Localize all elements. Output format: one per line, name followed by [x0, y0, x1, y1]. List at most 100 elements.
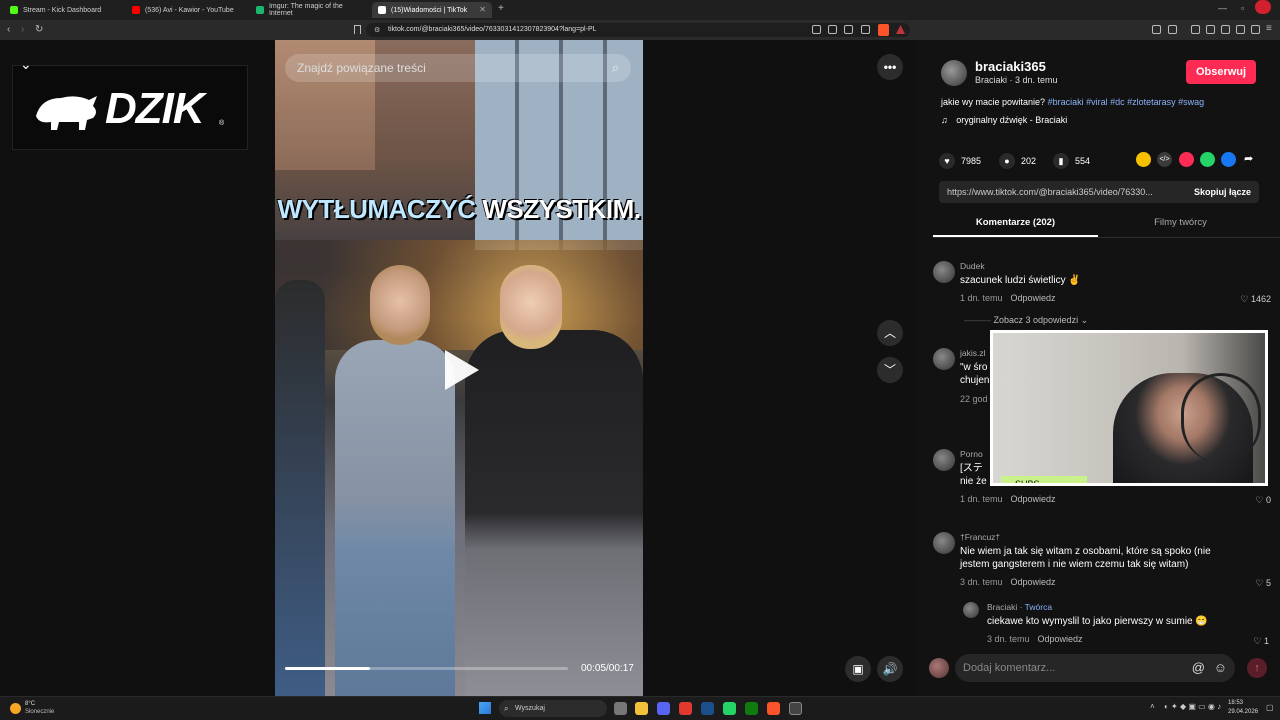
description-hashtags[interactable]: #braciaki #viral #dc #zlotetarasy #swag [1048, 97, 1205, 107]
send-to-friends-icon[interactable] [1179, 152, 1194, 167]
reload-icon[interactable]: ↻ [35, 24, 43, 36]
follow-button[interactable]: Obserwuj [1186, 60, 1256, 84]
more-options-icon[interactable]: ••• [877, 54, 903, 80]
file-explorer-icon[interactable] [635, 702, 648, 715]
author-username[interactable]: braciaki365 [975, 59, 1046, 74]
search-placeholder: Znajdź powiązane treści [297, 61, 426, 75]
comment-icon[interactable]: ● [999, 153, 1015, 169]
new-tab-button[interactable]: + [498, 3, 504, 14]
start-icon[interactable] [479, 702, 491, 714]
related-search-input[interactable]: Znajdź powiązane treści ⌕ [285, 54, 631, 82]
avatar[interactable] [933, 261, 955, 283]
video-player[interactable]: Znajdź powiązane treści ⌕ WYTŁUMACZYĆ WS… [275, 40, 643, 696]
share-link-box[interactable]: https://www.tiktok.com/@braciaki365/vide… [939, 181, 1259, 203]
share-page-icon[interactable] [861, 25, 870, 34]
wallet-icon[interactable] [1221, 25, 1230, 34]
pip-icon[interactable]: ▣ [845, 656, 871, 682]
copy-link-button[interactable]: Skopiuj łącze [1194, 181, 1251, 203]
discord-icon[interactable] [657, 702, 670, 715]
forward-icon[interactable]: › [21, 24, 24, 36]
comment-input[interactable]: Dodaj komentarz... @ ☺ [955, 654, 1235, 682]
bookmark-icon[interactable]: ▮ [1053, 153, 1069, 169]
tab-creator-videos[interactable]: Filmy twórcy [1098, 217, 1263, 228]
extension-icon[interactable] [1152, 25, 1161, 34]
like-stat[interactable]: ♥ 7985 [939, 153, 981, 169]
notification-icon[interactable]: ▢ [1266, 703, 1274, 712]
xbox-icon[interactable] [745, 702, 758, 715]
tab-imgur[interactable]: Imgur: The magic of the Internet [250, 2, 368, 18]
tab-kick[interactable]: Stream - Kick Dashboard [4, 2, 122, 18]
app-icon[interactable] [789, 702, 802, 715]
taskbar-search[interactable]: ⌕ Wyszukaj [499, 700, 607, 717]
app-icon[interactable] [679, 702, 692, 715]
comment-author[interactable]: Porno [960, 449, 983, 459]
site-info-icon[interactable]: ⚙ [374, 26, 380, 34]
reply-button[interactable]: Odpowiedz [1011, 577, 1056, 587]
comment-stat[interactable]: ● 202 [999, 153, 1036, 169]
heart-icon[interactable]: ♥ [939, 153, 955, 169]
tray-icons[interactable]: ◐ ✦ ◆ ▣ ▭ ◉ ♪ [1164, 702, 1221, 711]
facebook-icon[interactable] [1221, 152, 1236, 167]
extension-icon[interactable] [1168, 25, 1177, 34]
maximize-icon[interactable]: ▫ [1241, 3, 1244, 13]
avatar[interactable] [941, 60, 967, 86]
brave-icon[interactable] [767, 702, 780, 715]
whatsapp-icon[interactable] [1200, 152, 1215, 167]
reply-button[interactable]: Odpowiedz [1011, 293, 1056, 303]
play-icon[interactable] [445, 350, 479, 390]
comment-like[interactable]: ♡ 0 [1255, 495, 1271, 506]
minimize-icon[interactable]: — [1218, 3, 1227, 13]
avatar[interactable] [933, 532, 955, 554]
avatar[interactable] [963, 602, 979, 618]
view-replies-button[interactable]: ——— Zobacz 3 odpowiedzi ⌄ [964, 315, 1088, 326]
repost-icon[interactable] [1136, 152, 1151, 167]
shield-icon[interactable] [1251, 25, 1260, 34]
comment-like[interactable]: ♡ 1462 [1240, 294, 1271, 305]
close-window-icon[interactable] [1255, 0, 1271, 14]
mention-icon[interactable]: @ [1192, 654, 1205, 682]
emoji-icon[interactable]: ☺ [1214, 654, 1227, 682]
reply-button[interactable]: Odpowiedz [1011, 494, 1056, 504]
task-view-icon[interactable] [614, 702, 627, 715]
comment-author-row: Braciaki · Twórca [987, 602, 1052, 612]
translate-icon[interactable] [828, 25, 837, 34]
previous-video-icon[interactable]: ︿ [877, 320, 903, 346]
search-icon[interactable]: ⌕ [612, 54, 619, 82]
tray-expand-icon[interactable]: ˄ [1150, 702, 1155, 711]
send-comment-icon[interactable]: ↑ [1247, 658, 1267, 678]
comment-text: ciekawe kto wymyslil to jako pierwszy w … [987, 616, 1208, 627]
extension-icon[interactable] [812, 25, 821, 34]
comment-author[interactable]: Braciaki [987, 602, 1017, 612]
zoom-icon[interactable] [844, 25, 853, 34]
music-icon[interactable] [1191, 25, 1200, 34]
comment-author[interactable]: Dudek [960, 261, 985, 271]
weather-icon[interactable] [10, 703, 21, 714]
tab-youtube[interactable]: (536) Avi - Kawior - YouTube [126, 2, 246, 18]
close-video-icon[interactable]: ⌄ [20, 56, 32, 73]
tab-tiktok[interactable]: (15)Wiadomości | TikTok ✕ [372, 2, 492, 18]
back-icon[interactable]: ‹ [7, 24, 10, 36]
save-stat[interactable]: ▮ 554 [1053, 153, 1090, 169]
comment-like[interactable]: ♡ 1 [1253, 636, 1269, 647]
volume-icon[interactable]: 🔊 [877, 656, 903, 682]
menu-icon[interactable]: ≡ [1266, 23, 1272, 34]
comment-author[interactable]: †Francuz† [960, 532, 1000, 542]
reply-button[interactable]: Odpowiedz [1038, 634, 1083, 644]
music-row[interactable]: ♫ oryginalny dźwięk - Braciaki [941, 115, 1067, 125]
share-arrow-icon[interactable]: ➦ [1244, 152, 1253, 165]
steam-icon[interactable] [701, 702, 714, 715]
tab-comments[interactable]: Komentarze (202) [933, 217, 1098, 228]
avatar[interactable] [933, 348, 955, 370]
comment-author[interactable]: jakis.zl [960, 348, 986, 358]
next-video-icon[interactable]: ﹀ [877, 357, 903, 383]
vpn-icon[interactable] [1236, 25, 1245, 34]
brave-shield-icon[interactable] [878, 24, 889, 36]
bookmark-icon[interactable] [354, 25, 361, 34]
sidebar-icon[interactable] [1206, 25, 1215, 34]
video-progress-bar[interactable] [285, 667, 568, 670]
comment-like[interactable]: ♡ 5 [1255, 578, 1271, 589]
avatar[interactable] [933, 449, 955, 471]
embed-icon[interactable]: </> [1157, 152, 1172, 167]
close-tab-icon[interactable]: ✕ [479, 5, 486, 14]
whatsapp-icon[interactable] [723, 702, 736, 715]
